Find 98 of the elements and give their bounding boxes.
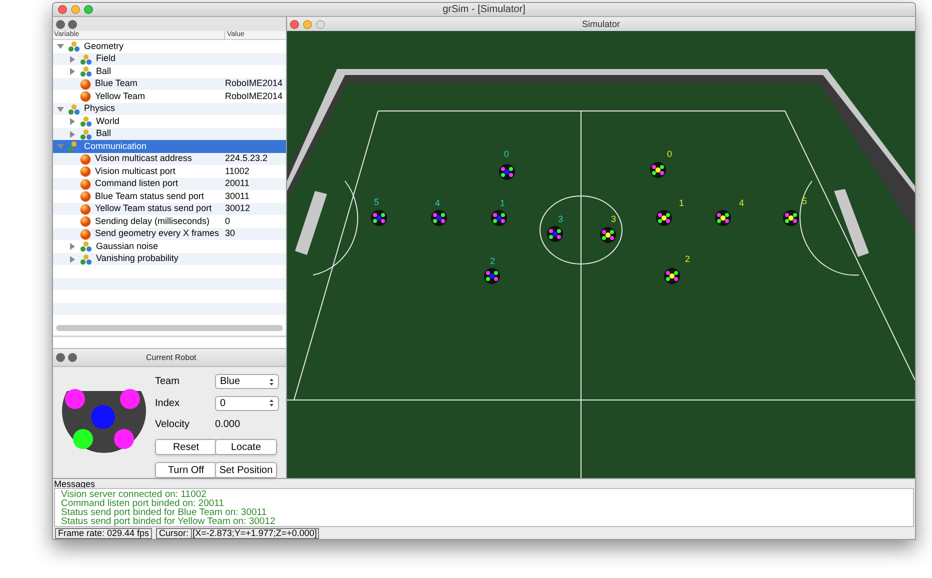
tree-label: Sending delay (milliseconds)	[95, 214, 210, 228]
collapse-arrow-icon[interactable]	[57, 106, 64, 113]
molecule-icon	[80, 54, 92, 65]
ball-icon	[80, 154, 91, 165]
tree-value: RoboIME2014	[225, 77, 283, 90]
ball-icon	[80, 191, 91, 202]
tree-value: 20011	[225, 177, 250, 190]
action-button[interactable]: Reset	[155, 439, 217, 456]
tree-label: Geometry	[84, 40, 124, 53]
molecule-icon	[68, 41, 80, 52]
log-line: Status send port binded for Yellow Team on: 30012	[61, 517, 276, 526]
tree-value: 30	[225, 227, 236, 240]
tree-row[interactable]: Blue Team RoboIME2014	[53, 78, 286, 90]
dropdown-field[interactable]: 0	[215, 396, 279, 411]
log-line: Command listen port binded on: 20011	[61, 499, 226, 508]
log-line: Status send port binded for Blue Team on: 30011	[61, 508, 267, 518]
panel-title: Current Robot	[146, 352, 196, 364]
velocity-value: 0.000	[215, 418, 242, 432]
collapse-arrow-icon[interactable]	[57, 43, 64, 50]
field-label: Index	[155, 396, 180, 411]
ball-icon	[80, 91, 91, 102]
ball-icon	[80, 216, 91, 228]
dropdown-field[interactable]: Blue	[215, 374, 279, 390]
close-icon[interactable]	[56, 353, 65, 362]
tree-label: Vanishing probability	[96, 252, 178, 266]
molecule-icon	[80, 254, 92, 265]
molecule-icon	[80, 241, 92, 252]
goal	[295, 191, 327, 256]
tree-value: 11002	[225, 164, 250, 178]
field-label: Velocity	[155, 418, 190, 432]
ball-icon	[80, 178, 91, 190]
window-title: Simulator	[580, 18, 621, 31]
window-title: grSim - [Simulator]	[442, 3, 526, 18]
float-icon[interactable]	[68, 353, 77, 362]
tree-label: Ball	[96, 127, 112, 140]
tree-label: Yellow Team	[95, 90, 146, 103]
ball-icon	[80, 204, 91, 215]
tree-row[interactable]: Vision multicast address 224.5.23.2	[53, 152, 286, 166]
input-field[interactable]	[53, 336, 286, 348]
tree-value: 224.5.23.2	[225, 152, 268, 166]
tree-label: Communication	[84, 140, 147, 153]
tree-label: Command listen port	[95, 177, 178, 190]
ball-icon	[80, 166, 91, 178]
tree-label: Gaussian noise	[96, 240, 158, 253]
robot-number: 2	[685, 254, 690, 264]
molecule-icon	[80, 128, 92, 140]
tree-label: Send geometry every X frames	[95, 227, 220, 240]
horizontal-scrollbar[interactable]	[56, 325, 283, 332]
molecule-icon	[80, 116, 92, 128]
tree-row[interactable]: Ball	[53, 128, 286, 140]
robot-number: 2	[490, 256, 496, 266]
goal	[834, 189, 869, 258]
tree-label: Physics	[84, 102, 116, 116]
molecule-icon	[80, 66, 92, 78]
robot-number: 1	[500, 198, 506, 208]
action-button[interactable]: Locate	[215, 439, 277, 456]
robot-number: 3	[611, 214, 616, 224]
tree-value: 0	[225, 214, 230, 228]
log-line: Vision server connected on: 11002	[61, 490, 206, 500]
robot-number: 0	[504, 149, 510, 160]
tree-label: Vision multicast port	[95, 164, 176, 178]
tree-value: 30011	[225, 190, 250, 203]
tree-row[interactable]: Vanishing probability	[53, 252, 286, 266]
robot-number: 5	[374, 197, 380, 208]
tree-row[interactable]: Field	[53, 52, 286, 66]
action-button[interactable]: Turn Off	[155, 462, 217, 478]
close-icon[interactable]	[56, 20, 65, 29]
molecule-icon	[68, 104, 80, 115]
cursor-coordinates: [X=-2.873;Y=+1.977;Z=+0.000]	[190, 528, 318, 538]
tree-label: Yellow Team status send port	[95, 202, 212, 216]
tree-label: Field	[96, 52, 116, 66]
robot-number: 4	[435, 198, 440, 208]
tree-row[interactable]: Command listen port 20011	[53, 178, 286, 190]
tree-row[interactable]: Physics	[53, 102, 286, 116]
robot-number: 1	[679, 198, 684, 208]
tree-row[interactable]: Communication	[53, 140, 286, 153]
tree-label: World	[96, 114, 120, 128]
float-icon[interactable]	[68, 20, 77, 29]
ball-icon	[80, 78, 91, 90]
tree-value: RoboIME2014	[225, 90, 283, 103]
cursor-label: Cursor:	[158, 528, 190, 538]
robot-number: 3	[558, 214, 564, 224]
tree-value: 30012	[225, 202, 250, 216]
ball-icon	[80, 228, 91, 240]
field-label: Team	[155, 375, 180, 390]
robot-number: 4	[739, 198, 744, 208]
tree-label: Vision multicast address	[95, 152, 192, 166]
stepper-arrows-icon	[269, 378, 274, 386]
tree-label: Ball	[96, 64, 112, 78]
tree-row[interactable]: Yellow Team status send port 30012	[53, 202, 286, 216]
robot-number: 0	[667, 149, 672, 160]
stepper-arrows-icon	[269, 399, 274, 408]
tree-label: Blue Team status send port	[95, 190, 204, 203]
action-button[interactable]: Set Position	[215, 462, 277, 478]
frame-rate-label: Frame rate: 029.44 fps	[55, 528, 152, 539]
tree-label: Blue Team	[95, 77, 138, 90]
robot-number: 5	[802, 196, 808, 206]
tree-row[interactable]: Send geometry every X frames 30	[53, 228, 286, 240]
